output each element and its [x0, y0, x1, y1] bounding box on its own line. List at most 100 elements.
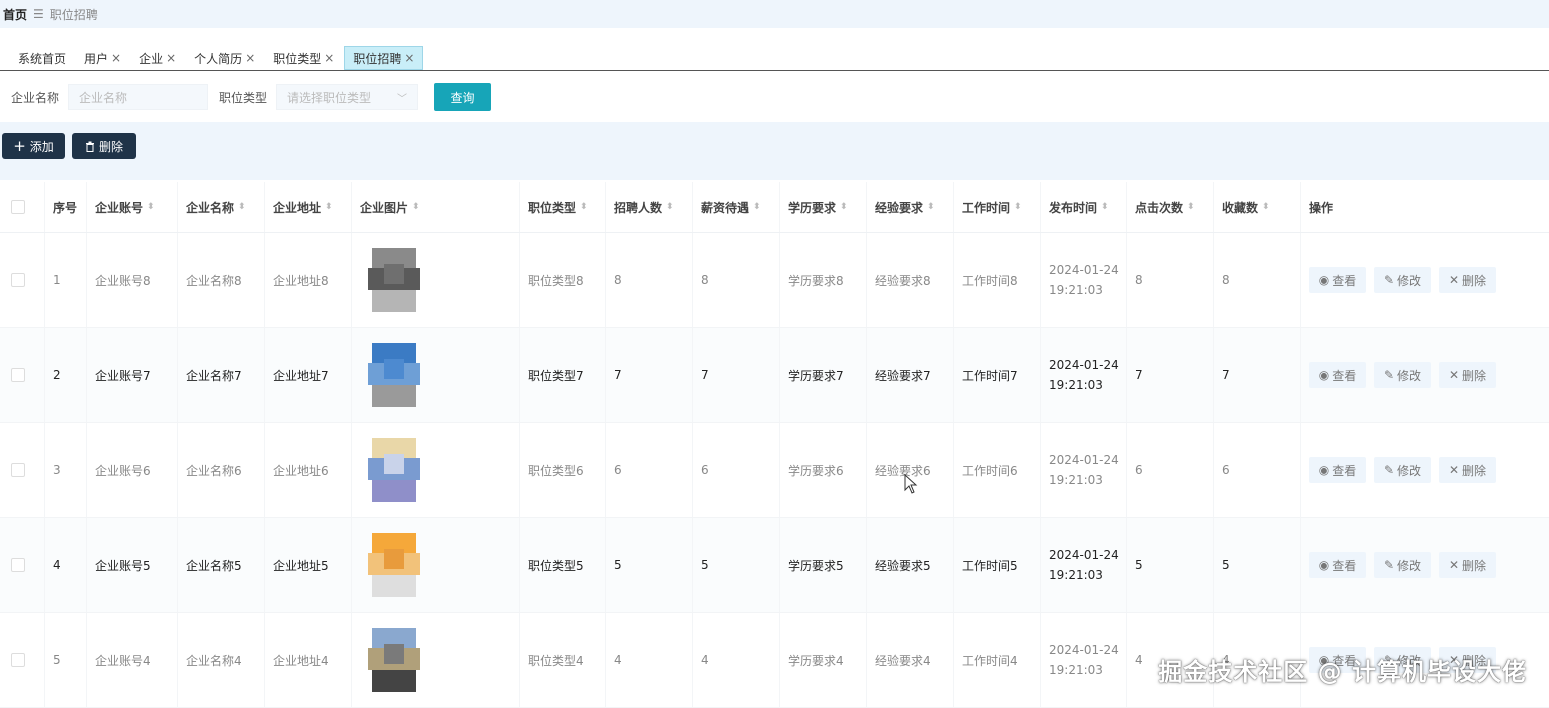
edit-button[interactable]: ✎ 修改: [1374, 457, 1431, 483]
col-favs[interactable]: 收藏数 ⬍: [1214, 182, 1301, 232]
cell-type: 职位类型7: [520, 328, 606, 422]
sort-icon: ⬍: [927, 202, 935, 212]
cell-count: 5: [606, 518, 693, 612]
row-checkbox[interactable]: [0, 423, 45, 517]
edit-button[interactable]: ✎ 修改: [1374, 552, 1431, 578]
row-delete-button[interactable]: ✕ 删除: [1439, 457, 1496, 483]
table-row: 2 企业账号7 企业名称7 企业地址7 职位类型7 7 7 学历要求7 经验要求…: [0, 328, 1549, 423]
close-icon: ✕: [1448, 273, 1460, 287]
tab-user[interactable]: 用户 ×: [76, 46, 130, 70]
col-image[interactable]: 企业图片 ⬍: [352, 182, 520, 232]
close-icon[interactable]: ×: [111, 51, 121, 65]
tab-label: 用户: [84, 51, 109, 66]
add-button-label: 添加: [29, 139, 54, 154]
close-icon[interactable]: ×: [324, 51, 334, 65]
cell-count: 4: [606, 613, 693, 707]
close-icon[interactable]: ×: [245, 51, 255, 65]
col-date[interactable]: 发布时间 ⬍: [1041, 182, 1127, 232]
company-image[interactable]: [362, 529, 426, 601]
query-button[interactable]: 查询: [434, 83, 492, 111]
select-all-checkbox[interactable]: [0, 182, 45, 232]
breadcrumb: 首页 ☰ 职位招聘: [0, 0, 1549, 28]
col-name[interactable]: 企业名称 ⬍: [178, 182, 265, 232]
tab-divider: [0, 70, 1549, 71]
edit-icon: ✎: [1383, 368, 1395, 382]
menu-icon[interactable]: ☰: [33, 7, 44, 21]
cell-date: 2024-01-24 19:21:03: [1041, 518, 1127, 612]
cell-salary: 5: [693, 518, 780, 612]
view-button[interactable]: ◉ 查看: [1309, 457, 1366, 483]
close-icon[interactable]: ×: [404, 51, 414, 65]
company-image[interactable]: [362, 624, 426, 696]
col-address[interactable]: 企业地址 ⬍: [265, 182, 352, 232]
col-education[interactable]: 学历要求 ⬍: [780, 182, 867, 232]
delete-button[interactable]: 删除: [72, 133, 136, 159]
cell-count: 8: [606, 233, 693, 327]
cell-account: 企业账号8: [87, 233, 178, 327]
row-delete-button[interactable]: ✕ 删除: [1439, 267, 1496, 293]
tab-job-recruit[interactable]: 职位招聘 ×: [344, 46, 424, 70]
view-button[interactable]: ◉ 查看: [1309, 267, 1366, 293]
tab-label: 职位类型: [273, 51, 322, 66]
job-type-select[interactable]: 请选择职位类型 ﹀: [276, 84, 419, 110]
cell-worktime: 工作时间8: [954, 233, 1041, 327]
col-experience[interactable]: 经验要求 ⬍: [867, 182, 954, 232]
view-button[interactable]: ◉ 查看: [1309, 362, 1366, 388]
cell-experience: 经验要求8: [867, 233, 954, 327]
plus-icon: +: [13, 137, 26, 155]
tab-label: 个人简历: [194, 51, 243, 66]
eye-icon: ◉: [1318, 273, 1330, 287]
cell-worktime: 工作时间7: [954, 328, 1041, 422]
row-checkbox[interactable]: [0, 233, 45, 327]
cell-address: 企业地址6: [265, 423, 352, 517]
edit-button[interactable]: ✎ 修改: [1374, 362, 1431, 388]
delete-button-label: 删除: [98, 139, 123, 154]
close-icon[interactable]: ×: [166, 51, 176, 65]
col-worktime[interactable]: 工作时间 ⬍: [954, 182, 1041, 232]
eye-icon: ◉: [1318, 463, 1330, 477]
sort-icon: ⬍: [1014, 202, 1022, 212]
sort-icon: ⬍: [1262, 202, 1270, 212]
tab-company[interactable]: 企业 ×: [131, 46, 185, 70]
row-delete-button[interactable]: ✕ 删除: [1439, 552, 1496, 578]
cell-image: [352, 233, 520, 327]
cell-actions: ◉ 查看 ✎ 修改 ✕ 删除: [1301, 328, 1545, 422]
view-button[interactable]: ◉ 查看: [1309, 552, 1366, 578]
col-count[interactable]: 招聘人数 ⬍: [606, 182, 693, 232]
company-name-label: 企业名称: [11, 90, 60, 105]
cell-account: 企业账号5: [87, 518, 178, 612]
row-checkbox[interactable]: [0, 518, 45, 612]
tab-label: 系统首页: [18, 51, 67, 66]
tab-resume[interactable]: 个人简历 ×: [186, 46, 264, 70]
company-image[interactable]: [362, 339, 426, 411]
cell-education: 学历要求5: [780, 518, 867, 612]
tab-home[interactable]: 系统首页: [10, 46, 75, 70]
sort-icon: ⬍: [840, 202, 848, 212]
cell-clicks: 8: [1127, 233, 1214, 327]
tab-label: 企业: [139, 51, 164, 66]
col-salary[interactable]: 薪资待遇 ⬍: [693, 182, 780, 232]
tab-job-type[interactable]: 职位类型 ×: [265, 46, 343, 70]
row-checkbox[interactable]: [0, 328, 45, 422]
company-image[interactable]: [362, 434, 426, 506]
cell-count: 7: [606, 328, 693, 422]
sort-icon: ⬍: [412, 202, 420, 212]
cell-account: 企业账号4: [87, 613, 178, 707]
mouse-cursor-icon: [904, 474, 918, 494]
row-checkbox[interactable]: [0, 613, 45, 707]
sort-icon: ⬍: [753, 202, 761, 212]
cell-date: 2024-01-24 19:21:03: [1041, 233, 1127, 327]
table-body: 1 企业账号8 企业名称8 企业地址8 职位类型8 8 8 学历要求8 经验要求…: [0, 233, 1549, 708]
col-account[interactable]: 企业账号 ⬍: [87, 182, 178, 232]
breadcrumb-home[interactable]: 首页: [3, 6, 27, 23]
edit-button[interactable]: ✎ 修改: [1374, 267, 1431, 293]
col-clicks[interactable]: 点击次数 ⬍: [1127, 182, 1214, 232]
company-name-input[interactable]: 企业名称: [68, 84, 209, 110]
sort-icon: ⬍: [147, 202, 155, 212]
col-type[interactable]: 职位类型 ⬍: [520, 182, 606, 232]
cell-experience: 经验要求7: [867, 328, 954, 422]
add-button[interactable]: + 添加: [2, 133, 65, 159]
row-delete-button[interactable]: ✕ 删除: [1439, 362, 1496, 388]
cell-name: 企业名称4: [178, 613, 265, 707]
company-image[interactable]: [362, 244, 426, 316]
